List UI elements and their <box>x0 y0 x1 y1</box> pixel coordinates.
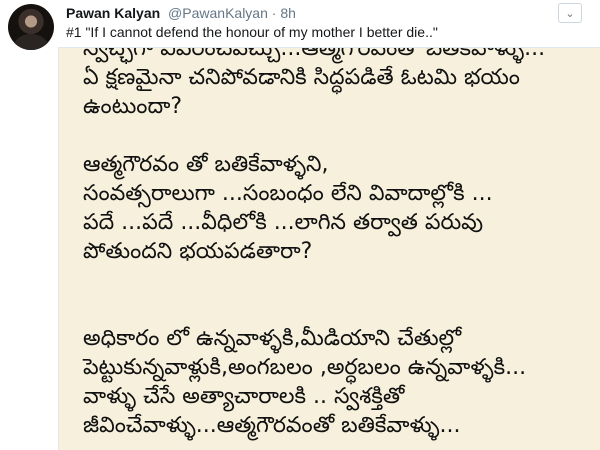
author-name[interactable]: Pawan Kalyan <box>66 5 160 21</box>
image-text-block: స్వేచ్ఛగా వివరించవచ్చు...ఆత్మగౌరవంతో బతి… <box>83 47 598 440</box>
tweet-image[interactable]: స్వేచ్ఛగా వివరించవచ్చు...ఆత్మగౌరవంతో బతి… <box>58 47 600 450</box>
image-line: పెట్టుకున్నవాళ్లుకి,అంగబలం ,అర్ధబలం ఉన్న… <box>83 355 527 380</box>
image-line: వాళ్ళు చేసే అత్యాచారాలకి .. స్వశక్తితో <box>83 384 405 409</box>
image-line: స్వేచ్ఛగా వివరించవచ్చు...ఆత్మగౌరవంతో బతి… <box>83 47 546 61</box>
image-blank-line <box>83 121 598 150</box>
image-line: జీవించేవాళ్ళు...ఆత్మగౌరవంతో బతికేవాళ్ళు.… <box>83 413 461 438</box>
tweet-header: Pawan Kalyan @PawanKalyan · 8h <box>66 4 296 22</box>
image-line: పదే ...పదే ...వీధిలోకి ...లాగిన తర్వాత ప… <box>83 210 484 235</box>
image-blank-line <box>83 295 598 324</box>
image-line: ఏ క్షణమైనా చనిపోవడానికి సిద్ధపడితే ఓటమి … <box>83 65 520 90</box>
chevron-down-icon: ⌄ <box>565 7 575 20</box>
image-line: ఉంటుందా? <box>83 94 183 119</box>
image-line: సంవత్సరాలుగా ...సంబంధం లేని వివాదాల్లోకి… <box>83 181 493 206</box>
image-line: అధికారం లో ఉన్నవాళ్ళకి,మీడియాని చేతుల్లో <box>83 326 462 351</box>
separator-dot: · <box>271 5 277 21</box>
tweet-card: Pawan Kalyan @PawanKalyan · 8h ⌄ #1 "If … <box>0 0 600 450</box>
image-line: ఆత్మగౌరవం తో బతికేవాళ్ళని, <box>83 152 329 177</box>
tweet-time[interactable]: 8h <box>280 5 296 21</box>
author-handle[interactable]: @PawanKalyan <box>168 5 268 21</box>
tweet-text: #1 "If I cannot defend the honour of my … <box>66 24 438 40</box>
image-blank-line <box>83 266 598 295</box>
tweet-menu-button[interactable]: ⌄ <box>558 3 582 23</box>
image-line: పోతుందని భయపడతారా? <box>83 239 313 264</box>
avatar[interactable] <box>8 4 54 50</box>
